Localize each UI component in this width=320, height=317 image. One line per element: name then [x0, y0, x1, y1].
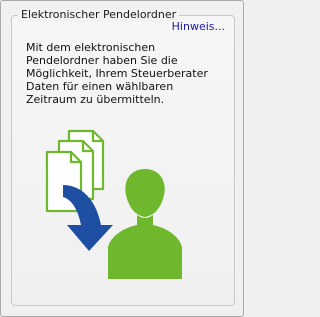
description-text: Mit dem elektronischen Pendelordner habe… — [26, 41, 208, 106]
groupbox-title: Elektronischer Pendelordner — [18, 8, 180, 22]
illustration — [45, 129, 182, 279]
panel: Elektronischer Pendelordner Hinweis... M… — [0, 0, 244, 317]
person-icon — [108, 169, 182, 279]
hinweis-link[interactable]: Hinweis... — [172, 20, 225, 34]
